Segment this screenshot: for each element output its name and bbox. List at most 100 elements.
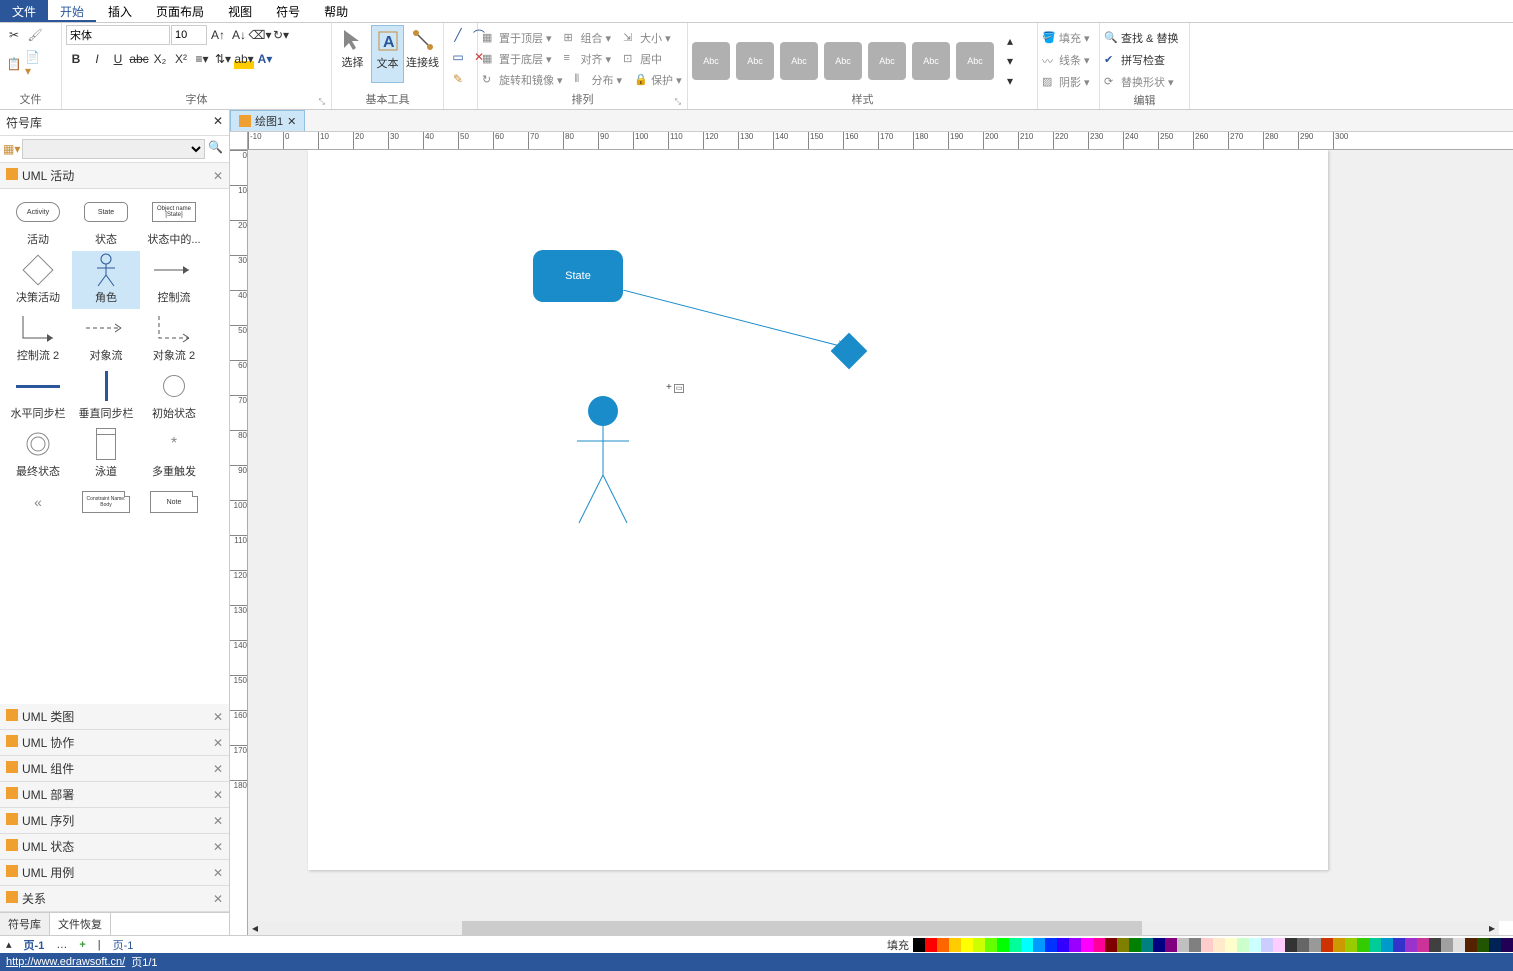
close-icon[interactable]: ✕ bbox=[213, 892, 223, 906]
category-uml-usecase[interactable]: UML 用例✕ bbox=[0, 860, 229, 886]
color-swatch[interactable] bbox=[1465, 938, 1477, 952]
bring-front-button[interactable]: ▦置于顶层 ▾ bbox=[482, 28, 552, 48]
connector-tool-button[interactable]: 连接线 bbox=[406, 25, 439, 83]
symbol-object-state[interactable]: Object name [State]状态中的... bbox=[140, 193, 208, 251]
color-swatch[interactable] bbox=[1165, 938, 1177, 952]
close-tab-icon[interactable]: ✕ bbox=[287, 115, 296, 128]
color-swatch[interactable] bbox=[1309, 938, 1321, 952]
send-back-button[interactable]: ▦置于底层 ▾ bbox=[482, 49, 552, 69]
menu-view[interactable]: 视图 bbox=[216, 0, 264, 22]
scrollbar-thumb[interactable] bbox=[462, 921, 1142, 935]
line-spacing-button[interactable]: ⇅▾ bbox=[213, 49, 233, 69]
color-swatch[interactable] bbox=[1357, 938, 1369, 952]
symbol-constraint[interactable]: Constraint Name: Body bbox=[72, 483, 140, 525]
close-icon[interactable]: ✕ bbox=[213, 840, 223, 854]
underline-button[interactable]: U bbox=[108, 49, 128, 69]
color-swatch[interactable] bbox=[1213, 938, 1225, 952]
search-icon[interactable]: 🔍 bbox=[208, 140, 226, 158]
color-swatch[interactable] bbox=[1153, 938, 1165, 952]
cut-button[interactable]: ✂ bbox=[4, 25, 24, 45]
find-replace-button[interactable]: 🔍查找 & 替换 bbox=[1104, 28, 1178, 48]
menu-layout[interactable]: 页面布局 bbox=[144, 0, 216, 22]
superscript-button[interactable]: X² bbox=[171, 49, 191, 69]
bold-button[interactable]: B bbox=[66, 49, 86, 69]
color-swatch[interactable] bbox=[1225, 938, 1237, 952]
symbol-objectflow2[interactable]: 对象流 2 bbox=[140, 309, 208, 367]
style-up-button[interactable]: ▴ bbox=[1000, 31, 1020, 51]
color-swatch[interactable] bbox=[1033, 938, 1045, 952]
menu-symbol[interactable]: 符号 bbox=[264, 0, 312, 22]
close-icon[interactable]: ✕ bbox=[213, 710, 223, 724]
select-tool-button[interactable]: 选择 bbox=[336, 25, 369, 83]
color-swatch[interactable] bbox=[1345, 938, 1357, 952]
text-tool-button[interactable]: A 文本 bbox=[371, 25, 404, 83]
color-swatch[interactable] bbox=[1129, 938, 1141, 952]
document-tab-1[interactable]: 绘图1 ✕ bbox=[230, 110, 305, 131]
italic-button[interactable]: I bbox=[87, 49, 107, 69]
color-swatch[interactable] bbox=[1201, 938, 1213, 952]
page-add-button[interactable]: + bbox=[73, 939, 91, 951]
color-swatch[interactable] bbox=[1429, 938, 1441, 952]
bullets-button[interactable]: ≡▾ bbox=[192, 49, 212, 69]
shape-connector-line[interactable] bbox=[623, 290, 863, 370]
pencil-button[interactable]: ✎ bbox=[448, 69, 468, 89]
font-color-button[interactable]: A▾ bbox=[255, 49, 275, 69]
subscript-button[interactable]: X₂ bbox=[150, 49, 170, 69]
change-case-button[interactable]: ↻▾ bbox=[271, 25, 291, 45]
close-icon[interactable]: ✕ bbox=[213, 814, 223, 828]
rect-button[interactable]: ▭ bbox=[448, 47, 468, 67]
page-tab-1[interactable]: 页-1 bbox=[18, 937, 51, 953]
tab-file-recover[interactable]: 文件恢复 bbox=[50, 913, 111, 935]
category-uml-state[interactable]: UML 状态✕ bbox=[0, 834, 229, 860]
color-swatch[interactable] bbox=[1021, 938, 1033, 952]
status-url-link[interactable]: http://www.edrawsoft.cn/ bbox=[6, 956, 125, 968]
page-alt-tab[interactable]: 页-1 bbox=[107, 937, 140, 953]
close-category-icon[interactable]: ✕ bbox=[213, 169, 223, 183]
style-swatch-5[interactable]: Abc bbox=[868, 42, 906, 80]
color-swatch[interactable] bbox=[1417, 938, 1429, 952]
highlight-button[interactable]: ab▾ bbox=[234, 49, 254, 69]
library-icon[interactable]: ▦▾ bbox=[3, 142, 19, 156]
color-swatch[interactable] bbox=[1189, 938, 1201, 952]
symbol-decision[interactable]: 决策活动 bbox=[4, 251, 72, 309]
color-swatch[interactable] bbox=[1081, 938, 1093, 952]
category-relations[interactable]: 关系✕ bbox=[0, 886, 229, 912]
color-swatch[interactable] bbox=[937, 938, 949, 952]
color-swatch[interactable] bbox=[1333, 938, 1345, 952]
copy-button[interactable]: 📋 bbox=[4, 54, 24, 74]
page-nav-up[interactable]: ▴ bbox=[0, 938, 18, 951]
style-swatch-6[interactable]: Abc bbox=[912, 42, 950, 80]
shape-state[interactable]: State bbox=[533, 250, 623, 302]
color-swatch[interactable] bbox=[1069, 938, 1081, 952]
strike-button[interactable]: abc bbox=[129, 49, 149, 69]
symbol-activity[interactable]: Activity活动 bbox=[4, 193, 72, 251]
style-more-button[interactable]: ▾ bbox=[1000, 71, 1020, 91]
symbol-swimlane[interactable]: 泳道 bbox=[72, 425, 140, 483]
color-swatch[interactable] bbox=[1381, 938, 1393, 952]
protect-button[interactable]: 🔒保护 ▾ bbox=[634, 70, 682, 90]
color-swatch[interactable] bbox=[1405, 938, 1417, 952]
color-swatch[interactable] bbox=[973, 938, 985, 952]
close-icon[interactable]: ✕ bbox=[213, 866, 223, 880]
color-swatch[interactable] bbox=[1237, 938, 1249, 952]
symbol-vsync[interactable]: 垂直同步栏 bbox=[72, 367, 140, 425]
color-swatch[interactable] bbox=[1273, 938, 1285, 952]
close-icon[interactable]: ✕ bbox=[213, 762, 223, 776]
symbol-multitrigger[interactable]: *多重触发 bbox=[140, 425, 208, 483]
category-uml-collab[interactable]: UML 协作✕ bbox=[0, 730, 229, 756]
color-swatch[interactable] bbox=[1441, 938, 1453, 952]
color-swatch[interactable] bbox=[1009, 938, 1021, 952]
replace-shape-button[interactable]: ⟳替换形状 ▾ bbox=[1104, 72, 1174, 92]
fill-button[interactable]: 🪣填充 ▾ bbox=[1042, 28, 1090, 48]
color-swatch[interactable] bbox=[1393, 938, 1405, 952]
style-down-button[interactable]: ▾ bbox=[1000, 51, 1020, 71]
color-swatch[interactable] bbox=[1297, 938, 1309, 952]
font-name-select[interactable] bbox=[66, 25, 170, 45]
color-swatch[interactable] bbox=[1117, 938, 1129, 952]
menu-start[interactable]: 开始 bbox=[48, 0, 96, 22]
symbol-hsync[interactable]: 水平同步栏 bbox=[4, 367, 72, 425]
close-icon[interactable]: ✕ bbox=[213, 788, 223, 802]
horizontal-scrollbar[interactable]: ◂ ▸ bbox=[248, 921, 1499, 935]
symbol-objectflow[interactable]: 对象流 bbox=[72, 309, 140, 367]
line-style-button[interactable]: 〰线条 ▾ bbox=[1042, 50, 1090, 70]
